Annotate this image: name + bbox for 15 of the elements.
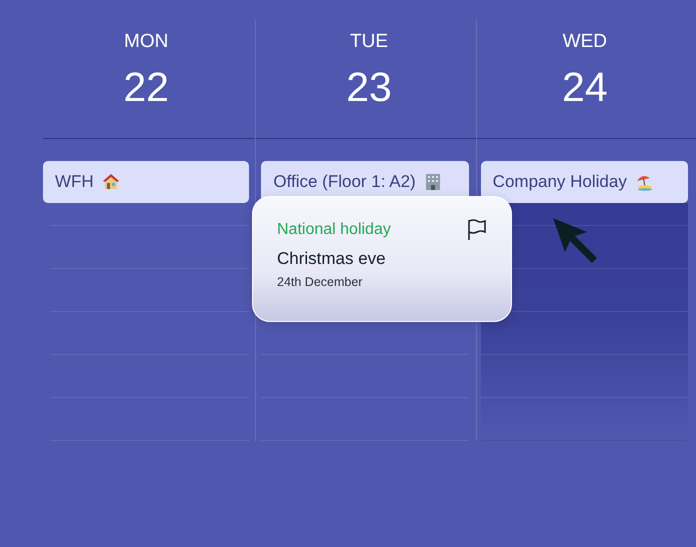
holiday-date: 24th December xyxy=(277,275,364,289)
weekday-label: TUE xyxy=(350,31,388,53)
event-chip[interactable]: WFH xyxy=(43,161,250,203)
holiday-type-label: National holiday xyxy=(277,221,391,239)
weekday-label: MON xyxy=(124,31,168,53)
event-chip[interactable]: Company Holiday xyxy=(480,161,688,203)
date-number: 22 xyxy=(123,64,169,111)
holiday-title: Christmas eve xyxy=(277,249,387,269)
building-icon xyxy=(424,173,442,191)
house-icon xyxy=(102,173,120,191)
date-number: 23 xyxy=(346,64,392,111)
beach-umbrella-icon xyxy=(634,173,653,191)
weekday-label: WED xyxy=(562,31,607,53)
flag-icon[interactable] xyxy=(467,219,487,241)
date-number: 24 xyxy=(562,64,608,111)
